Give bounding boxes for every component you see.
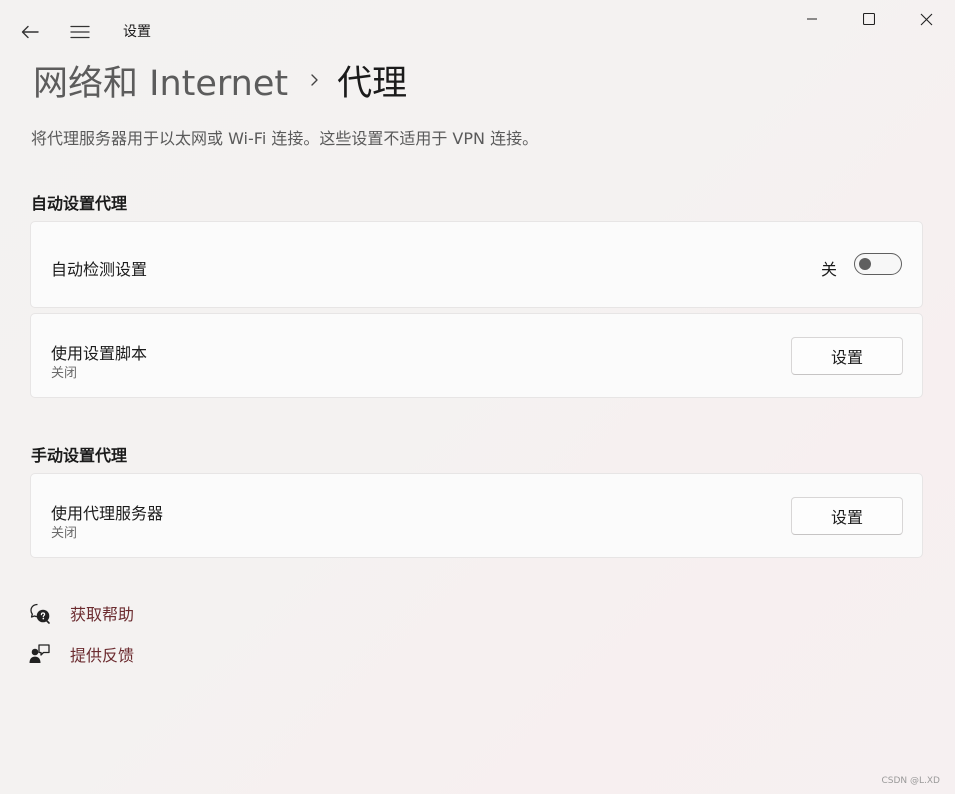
menu-button[interactable] [64,18,96,46]
back-arrow-icon [21,25,39,39]
breadcrumb-separator [310,73,319,87]
auto-detect-toggle[interactable] [854,253,902,275]
give-feedback-label: 提供反馈 [70,646,135,665]
get-help-link[interactable]: 获取帮助 [28,599,134,627]
get-help-label: 获取帮助 [70,605,135,624]
close-button[interactable] [898,0,954,38]
section-title-auto-proxy: 自动设置代理 [31,194,128,213]
hamburger-menu-icon [70,25,90,39]
setup-script-card: 使用设置脚本 关闭 设置 [30,313,923,398]
toggle-knob [859,258,871,270]
give-feedback-link[interactable]: 提供反馈 [28,640,134,668]
close-icon [920,13,932,25]
page-description: 将代理服务器用于以太网或 Wi-Fi 连接。这些设置不适用于 VPN 连接。 [31,129,539,148]
page-title: 代理 [337,63,408,104]
auto-detect-state-label: 关 [821,260,838,279]
minimize-button[interactable] [784,0,840,38]
maximize-icon [863,13,875,25]
proxy-server-status: 关闭 [51,526,78,541]
breadcrumb: 网络和 Internet 代理 [33,56,407,104]
help-chat-icon [28,601,52,625]
proxy-server-settings-button[interactable]: 设置 [791,497,903,535]
proxy-server-card: 使用代理服务器 关闭 设置 [30,473,923,558]
setup-script-status: 关闭 [51,366,78,381]
auto-detect-label: 自动检测设置 [51,260,148,279]
feedback-icon [28,642,52,666]
section-title-manual-proxy: 手动设置代理 [31,446,128,465]
setup-script-settings-button[interactable]: 设置 [791,337,903,375]
minimize-icon [807,18,817,20]
setup-script-label: 使用设置脚本 [51,344,148,363]
maximize-button[interactable] [841,0,897,38]
chevron-right-icon [311,74,318,86]
watermark: CSDN @L.XD [881,776,941,786]
proxy-server-label: 使用代理服务器 [51,504,164,523]
title-bar: 设置 [0,0,955,56]
auto-detect-settings-card: 自动检测设置 关 [30,221,923,308]
back-button[interactable] [14,18,46,46]
app-title: 设置 [123,24,151,40]
breadcrumb-parent-network-internet[interactable]: 网络和 Internet [33,55,288,106]
